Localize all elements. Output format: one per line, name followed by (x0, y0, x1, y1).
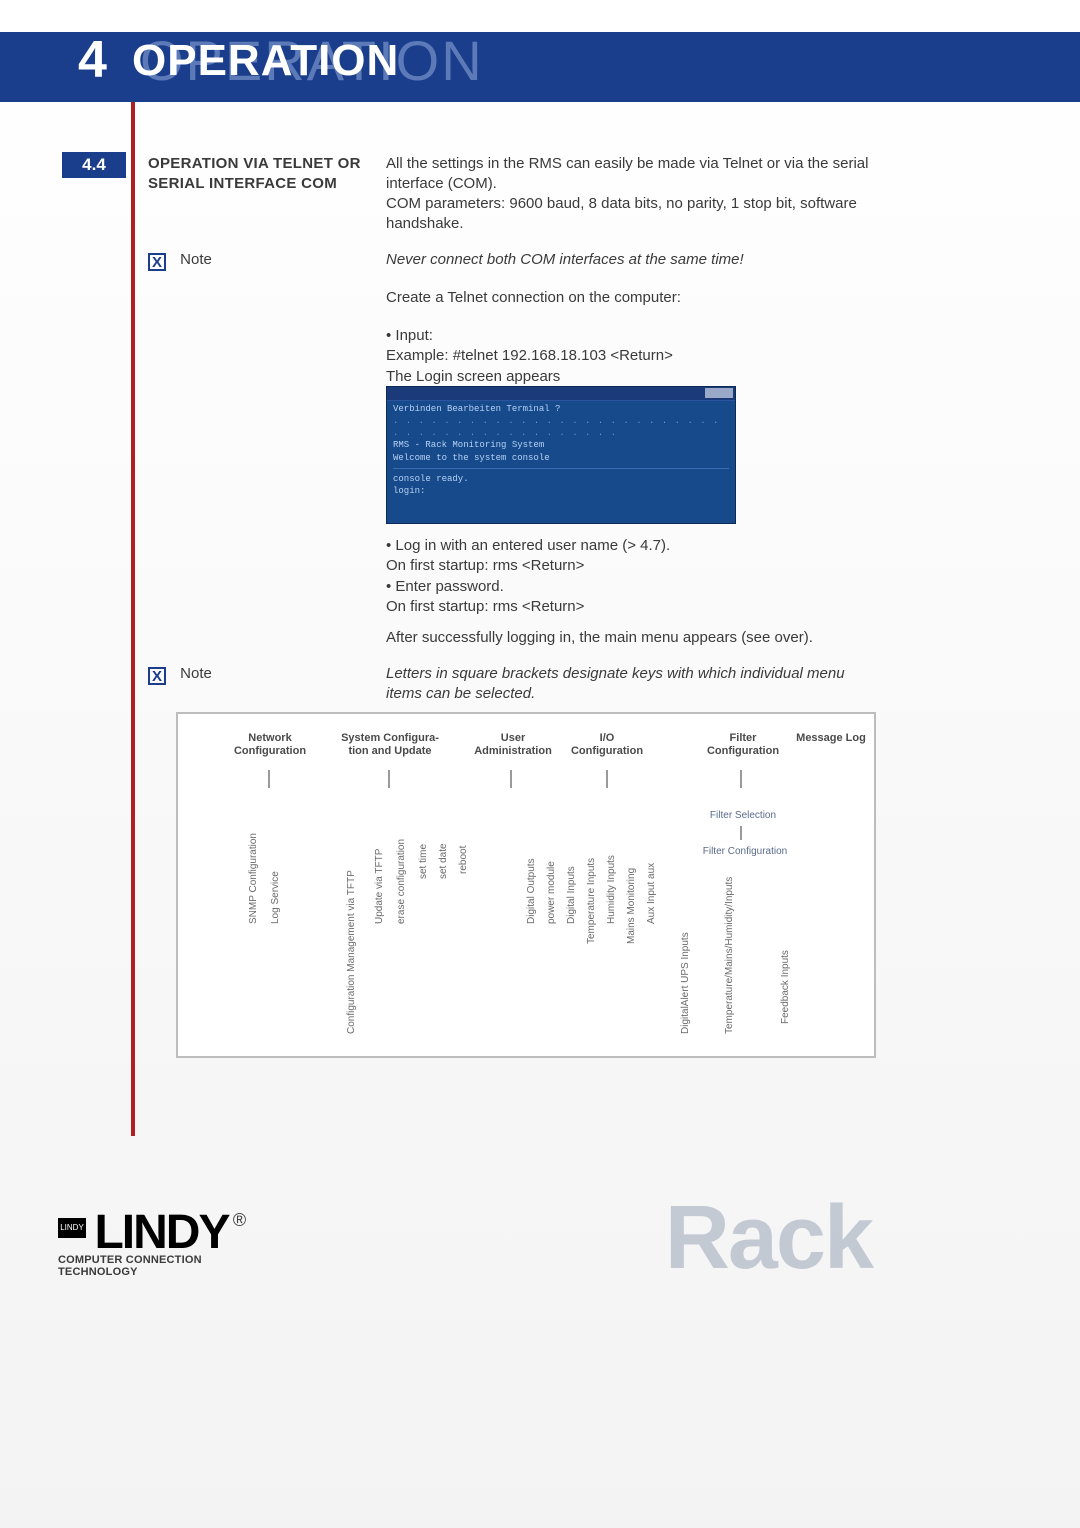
leaf-erase: erase configuration (396, 839, 407, 924)
intro-paragraph-2: COM parameters: 9600 baud, 8 data bits, … (386, 194, 876, 235)
chapter-number: 4 (78, 30, 107, 90)
leaf-power: power module (546, 861, 557, 924)
note-1-label-text: Note (180, 251, 212, 268)
leaf-digalert: DigitalAlert UPS Inputs (680, 932, 691, 1034)
input-bullet: • Input: (386, 326, 876, 346)
leaf-temp: Temperature Inputs (586, 858, 597, 944)
terminal-line-4: login: (393, 485, 729, 497)
tree-line (510, 770, 512, 788)
leaf-humid: Humidity Inputs (606, 855, 617, 924)
tree-line (268, 770, 270, 788)
leaf-digin: Digital Inputs (566, 866, 577, 924)
menu-tree-diagram: Network Configuration System Configura- … (176, 712, 876, 1058)
leaf-aux: Aux Input aux (646, 863, 657, 924)
note-1-label: X Note (148, 250, 378, 271)
leaf-settime: set time (418, 844, 429, 879)
tree-line (740, 770, 742, 788)
terminal-line-2: Welcome to the system console (393, 452, 729, 464)
registered-icon: ® (233, 1210, 246, 1230)
password-bullet: • Enter password. (386, 577, 876, 597)
node-user: User Administration (468, 732, 558, 757)
login-bullet: • Log in with an entered user name (> 4.… (386, 536, 876, 556)
leaf-feedback: Feedback Inputs (780, 950, 791, 1024)
section-number: 4.4 (62, 152, 126, 178)
note-icon: X (148, 667, 166, 685)
chapter-banner: 4 OPERATION OPERATION (0, 32, 1080, 102)
note-2-label-text: Note (180, 665, 212, 682)
login-first-1: On first startup: rms <Return> (386, 556, 876, 576)
tree-line (606, 770, 608, 788)
intro-paragraph-1: All the settings in the RMS can easily b… (386, 154, 876, 195)
vertical-rule (131, 102, 135, 1136)
diagram-top-row: Network Configuration System Configura- … (178, 732, 874, 772)
tree-line (388, 770, 390, 788)
terminal-body: Verbinden Bearbeiten Terminal ? . . . . … (393, 403, 729, 497)
input-example: Example: #telnet 192.168.18.103 <Return> (386, 346, 876, 366)
terminal-rule (393, 468, 729, 469)
leaf-digout: Digital Outputs (526, 858, 537, 924)
terminal-screenshot: Verbinden Bearbeiten Terminal ? . . . . … (386, 386, 736, 524)
terminal-dots: . . . . . . . . . . . . . . . . . . . . … (393, 415, 729, 439)
leaf-snmp: SNMP Configuration (248, 833, 259, 924)
leaf-reboot: reboot (458, 846, 469, 874)
node-io: I/O Configuration (562, 732, 652, 757)
footer-logo-block: LINDY LINDY ® COMPUTER CONNECTION TECHNO… (58, 1205, 268, 1278)
node-filter: Filter Configuration (698, 732, 788, 757)
watermark-rack: Rack (665, 1187, 872, 1290)
node-filter-selection: Filter Selection (698, 810, 788, 821)
terminal-line-3: console ready. (393, 473, 729, 485)
brand-badge: LINDY (58, 1218, 86, 1238)
leaf-logservice: Log Service (270, 871, 281, 924)
leaf-cfg-mgmt: Configuration Management via TFTP (346, 870, 357, 1034)
node-network: Network Configuration (220, 732, 320, 757)
input-appears: The Login screen appears (386, 367, 876, 387)
login-first-2: On first startup: rms <Return> (386, 597, 876, 617)
input-block: • Input: Example: #telnet 192.168.18.103… (386, 326, 876, 387)
note-icon: X (148, 253, 166, 271)
after-login-line: After successfully logging in, the main … (386, 628, 876, 648)
note-2-label: X Note (148, 664, 378, 685)
chapter-title: OPERATION (132, 36, 399, 86)
document-page: 4 OPERATION OPERATION 4.4 OPERATION VIA … (0, 0, 1080, 1528)
note-1-text: Never connect both COM interfaces at the… (386, 250, 876, 270)
node-msglog: Message Log (796, 732, 866, 745)
brand-logo-text: LINDY (94, 1206, 228, 1259)
terminal-menu: Verbinden Bearbeiten Terminal ? (393, 403, 729, 415)
tree-line (740, 826, 742, 840)
section-heading: OPERATION VIA TELNET OR SERIAL INTERFACE… (148, 154, 378, 195)
leaf-tmh: Temperature/Mains/Humidity/Inputs (724, 877, 735, 1034)
window-buttons-icon (705, 388, 733, 398)
leaf-mains: Mains Monitoring (626, 868, 637, 944)
create-telnet-line: Create a Telnet connection on the comput… (386, 288, 876, 308)
note-2-text: Letters in square brackets designate key… (386, 664, 876, 705)
node-filter-config: Filter Configuration (690, 846, 800, 857)
terminal-line-1: RMS - Rack Monitoring System (393, 439, 729, 451)
leaf-update: Update via TFTP (374, 849, 385, 924)
login-block: • Log in with an entered user name (> 4.… (386, 536, 876, 617)
node-system: System Configura- tion and Update (330, 732, 450, 757)
leaf-setdate: set date (438, 843, 449, 879)
terminal-titlebar (387, 387, 735, 401)
